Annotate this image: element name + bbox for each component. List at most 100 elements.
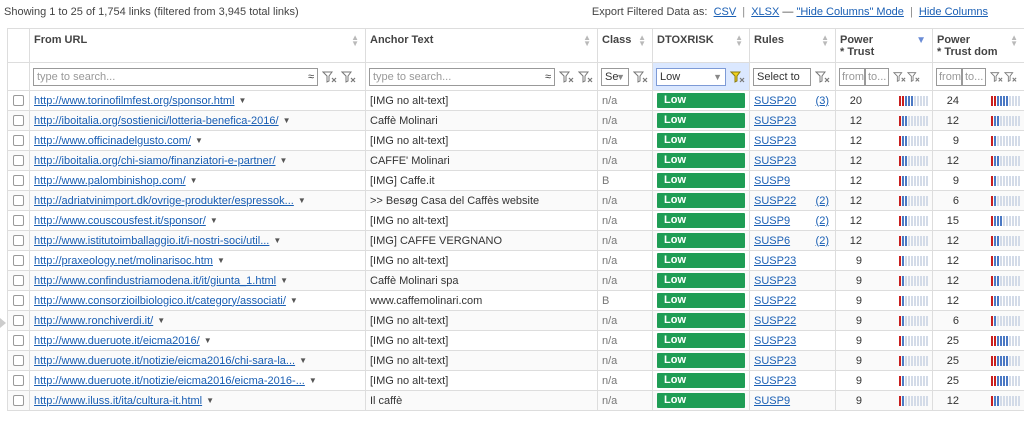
clear-filter-icon[interactable] [1004, 70, 1017, 84]
caret-down-icon[interactable]: ▼ [290, 296, 298, 305]
from-url-link[interactable]: http://iboitalia.org/sostienici/lotteria… [34, 115, 279, 127]
export-xlsx-link[interactable]: XLSX [751, 6, 779, 18]
caret-down-icon[interactable]: ▼ [280, 276, 288, 285]
export-csv-link[interactable]: CSV [714, 6, 737, 18]
rule-link[interactable]: SUSP23 [754, 135, 796, 147]
from-url-link[interactable]: http://www.dueruote.it/notizie/eicma2016… [34, 355, 295, 367]
row-checkbox[interactable] [13, 275, 24, 287]
row-checkbox[interactable] [13, 135, 24, 147]
hide-columns-mode-link[interactable]: "Hide Columns" Mode [796, 6, 903, 18]
row-checkbox[interactable] [13, 115, 24, 127]
sort-icon[interactable]: ▲ ▼ [735, 34, 743, 48]
rule-link[interactable]: SUSP20 [754, 95, 796, 107]
row-checkbox[interactable] [13, 215, 24, 227]
power-trust-dom-to-input[interactable]: to... [962, 67, 986, 86]
row-checkbox[interactable] [13, 375, 24, 387]
from-url-link[interactable]: http://www.istitutoimballaggio.it/i-nost… [34, 235, 269, 247]
rule-link[interactable]: SUSP22 [754, 315, 796, 327]
rule-count-link[interactable]: (2) [816, 235, 829, 247]
from-url-link[interactable]: http://www.iluss.it/ita/cultura-it.html [34, 395, 202, 407]
row-checkbox[interactable] [13, 395, 24, 407]
sort-icon[interactable]: ▲ ▼ [821, 34, 829, 48]
rule-link[interactable]: SUSP23 [754, 275, 796, 287]
from-url-link[interactable]: http://www.confindustriamodena.it/it/giu… [34, 275, 276, 287]
column-header-power-trust[interactable]: Power * Trust ▼ [835, 28, 933, 63]
clear-filter-icon[interactable] [578, 70, 593, 84]
column-header-from-url[interactable]: From URL ▲ ▼ [29, 28, 366, 63]
sort-icon[interactable]: ▲ ▼ [638, 34, 646, 48]
filter-icon[interactable] [990, 70, 1003, 84]
sort-icon[interactable]: ▲ ▼ [583, 34, 591, 48]
rule-link[interactable]: SUSP23 [754, 375, 796, 387]
caret-down-icon[interactable]: ▼ [309, 376, 317, 385]
expand-arrow-icon[interactable] [0, 318, 6, 328]
row-checkbox[interactable] [13, 315, 24, 327]
rule-link[interactable]: SUSP23 [754, 255, 796, 267]
clear-filter-icon[interactable] [815, 70, 830, 84]
rule-link[interactable]: SUSP22 [754, 295, 796, 307]
sort-icon[interactable]: ▲ ▼ [1010, 34, 1018, 48]
clear-filter-icon[interactable] [633, 70, 648, 84]
rules-select[interactable]: Select to [753, 67, 811, 86]
rule-link[interactable]: SUSP9 [754, 395, 790, 407]
anchor-search-input[interactable]: type to search... ≈ [369, 67, 555, 86]
from-url-link[interactable]: http://www.officinadelgusto.com/ [34, 135, 191, 147]
row-checkbox[interactable] [13, 95, 24, 107]
rule-link[interactable]: SUSP9 [754, 175, 790, 187]
column-header-rules[interactable]: Rules ▲ ▼ [749, 28, 836, 63]
clear-filter-icon[interactable] [907, 70, 920, 84]
caret-down-icon[interactable]: ▼ [283, 116, 291, 125]
from-url-link[interactable]: http://www.couscousfest.it/sponsor/ [34, 215, 206, 227]
class-select[interactable]: Se ▼ [601, 67, 629, 86]
rule-link[interactable]: SUSP9 [754, 215, 790, 227]
caret-down-icon[interactable]: ▼ [157, 316, 165, 325]
caret-down-icon[interactable]: ▼ [299, 356, 307, 365]
filter-icon[interactable] [322, 70, 337, 84]
caret-down-icon[interactable]: ▼ [217, 256, 225, 265]
from-url-link[interactable]: http://iboitalia.org/chi-siamo/finanziat… [34, 155, 276, 167]
rule-link[interactable]: SUSP23 [754, 335, 796, 347]
caret-down-icon[interactable]: ▼ [280, 156, 288, 165]
rule-count-link[interactable]: (2) [816, 195, 829, 207]
row-checkbox[interactable] [13, 295, 24, 307]
from-url-link[interactable]: http://praxeology.net/molinarisoc.htm [34, 255, 213, 267]
column-header-dtoxrisk[interactable]: DTOXRISK ▲ ▼ [652, 28, 750, 63]
filter-icon[interactable] [893, 70, 906, 84]
sort-icon[interactable]: ▲ ▼ [351, 34, 359, 48]
caret-down-icon[interactable]: ▼ [206, 396, 214, 405]
power-trust-from-input[interactable]: from [839, 67, 865, 86]
clear-filter-icon[interactable] [341, 70, 356, 84]
from-url-link[interactable]: http://www.consorzioilbiologico.it/categ… [34, 295, 286, 307]
row-checkbox[interactable] [13, 235, 24, 247]
from-url-link[interactable]: http://www.dueruote.it/eicma2016/ [34, 335, 200, 347]
caret-down-icon[interactable]: ▼ [298, 196, 306, 205]
row-checkbox[interactable] [13, 175, 24, 187]
from-url-link[interactable]: http://www.palombinishop.com/ [34, 175, 186, 187]
column-header-power-trust-dom[interactable]: Power * Trust dom ▲ ▼ [932, 28, 1024, 63]
power-trust-to-input[interactable]: to... [865, 67, 889, 86]
column-header-class[interactable]: Class ▲ ▼ [597, 28, 653, 63]
from-url-link[interactable]: http://www.torinofilmfest.org/sponsor.ht… [34, 95, 235, 107]
sort-desc-icon[interactable]: ▼ [916, 36, 926, 46]
dtoxrisk-select[interactable]: Low ▼ [656, 67, 726, 86]
rule-link[interactable]: SUSP23 [754, 115, 796, 127]
rule-link[interactable]: SUSP6 [754, 235, 790, 247]
caret-down-icon[interactable]: ▼ [195, 136, 203, 145]
rule-link[interactable]: SUSP23 [754, 155, 796, 167]
caret-down-icon[interactable]: ▼ [239, 96, 247, 105]
caret-down-icon[interactable]: ▼ [273, 236, 281, 245]
caret-down-icon[interactable]: ▼ [210, 216, 218, 225]
from-url-link[interactable]: http://www.dueruote.it/notizie/eicma2016… [34, 375, 305, 387]
from-url-search-input[interactable]: type to search... ≈ [33, 67, 318, 86]
row-checkbox[interactable] [13, 155, 24, 167]
rule-count-link[interactable]: (2) [816, 215, 829, 227]
column-header-anchor[interactable]: Anchor Text ▲ ▼ [365, 28, 598, 63]
rule-link[interactable]: SUSP23 [754, 355, 796, 367]
from-url-link[interactable]: http://adriatvinimport.dk/ovrige-produkt… [34, 195, 294, 207]
filter-icon[interactable] [559, 70, 574, 84]
row-checkbox[interactable] [13, 355, 24, 367]
caret-down-icon[interactable]: ▼ [204, 336, 212, 345]
active-filter-icon[interactable] [730, 70, 745, 84]
row-checkbox[interactable] [13, 195, 24, 207]
power-trust-dom-from-input[interactable]: from [936, 67, 962, 86]
